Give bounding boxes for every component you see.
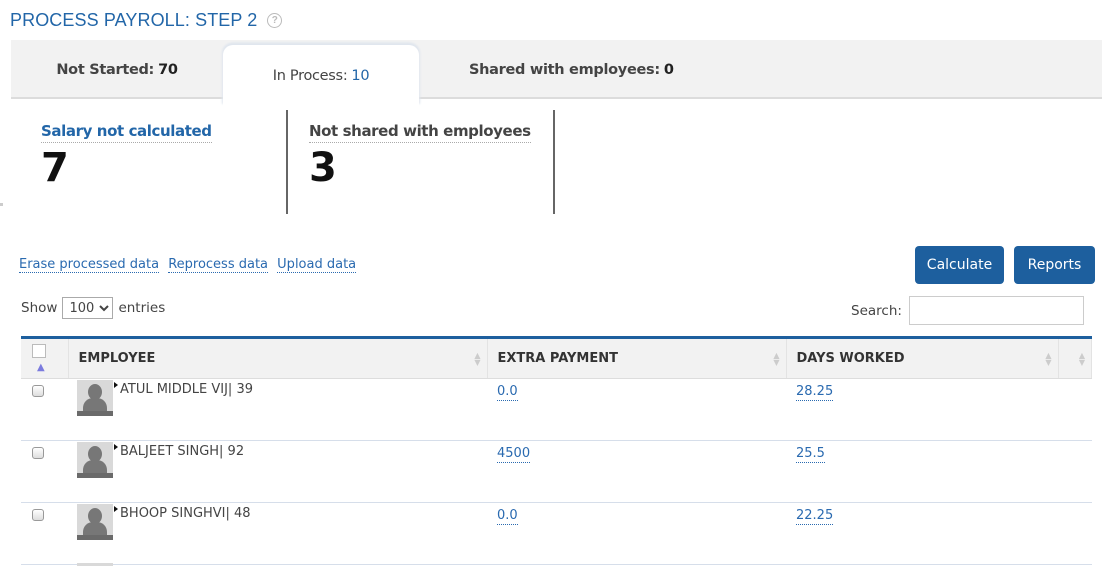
- select-all-header[interactable]: ▲: [21, 337, 69, 379]
- days-worked-value[interactable]: 22.25: [796, 508, 834, 525]
- entries-select[interactable]: 100: [62, 297, 114, 319]
- data-actions: Erase processed data Reprocess data Uplo…: [19, 257, 361, 273]
- calculate-button[interactable]: Calculate: [915, 246, 1004, 284]
- search-input[interactable]: [908, 296, 1084, 325]
- sort-icon[interactable]: ▲ ▼: [773, 352, 779, 367]
- employee-table: ▲ EMPLOYEE ▲ ▼ EXTRA PAYMENT ▲ ▼ DAYS WORK…: [21, 336, 1092, 565]
- entries-label: entries: [118, 300, 166, 316]
- sort-asc-icon[interactable]: ▲: [37, 362, 45, 373]
- tab-label: In Process:: [272, 67, 348, 84]
- tab-shared-with-employees[interactable]: Shared with employees: 0: [419, 40, 719, 99]
- divider: [0, 203, 3, 206]
- tab-count: 0: [663, 61, 674, 78]
- extra-payment-value[interactable]: 4500: [497, 446, 531, 463]
- stat-value: 7: [41, 145, 69, 191]
- stat-value: 3: [309, 145, 337, 191]
- avatar: [77, 504, 113, 540]
- avatar: [77, 442, 113, 478]
- days-worked-value[interactable]: 28.25: [796, 384, 834, 401]
- column-extra[interactable]: ▲ ▼: [1058, 337, 1092, 379]
- extra-payment-value[interactable]: 0.0: [497, 384, 518, 401]
- table-row: BALJEET SINGH| 92 4500 25.5: [21, 440, 1092, 503]
- search-control: Search:: [851, 296, 1084, 325]
- column-extra-payment[interactable]: EXTRA PAYMENT ▲ ▼: [487, 337, 787, 379]
- employee-name: BHOOP SINGHVI| 48: [120, 506, 251, 521]
- stat-salary-not-calculated[interactable]: Salary not calculated 7: [41, 110, 288, 214]
- employee-name: ATUL MIDDLE VIJ| 39: [120, 382, 253, 397]
- upload-data-link[interactable]: Upload data: [277, 257, 357, 273]
- employee-name: BALJEET SINGH| 92: [120, 444, 245, 459]
- reports-button[interactable]: Reports: [1014, 246, 1095, 284]
- stat-not-shared[interactable]: Not shared with employees 3: [288, 110, 555, 214]
- search-label: Search:: [851, 302, 902, 319]
- caret-right-icon[interactable]: [114, 444, 118, 450]
- select-all-checkbox[interactable]: [32, 344, 46, 358]
- table-row: BHOOP SINGHVI| 48 0.0 22.25: [21, 502, 1092, 565]
- column-label: DAYS WORKED: [796, 351, 905, 366]
- sort-icon[interactable]: ▲ ▼: [1045, 352, 1051, 367]
- column-days-worked[interactable]: DAYS WORKED ▲ ▼: [786, 337, 1059, 379]
- tab-label: Shared with employees:: [469, 61, 660, 78]
- tab-not-started[interactable]: Not Started: 70: [11, 40, 223, 99]
- row-checkbox[interactable]: [32, 509, 44, 521]
- erase-processed-data-link[interactable]: Erase processed data: [19, 257, 160, 273]
- column-label: EMPLOYEE: [78, 351, 156, 366]
- avatar: [77, 380, 113, 416]
- tab-count: 10: [351, 67, 370, 84]
- caret-right-icon[interactable]: [114, 506, 118, 512]
- sort-icon[interactable]: ▲ ▼: [474, 352, 480, 367]
- sort-icon[interactable]: ▲ ▼: [1079, 352, 1085, 367]
- tab-count: 70: [158, 61, 178, 78]
- status-tabs: Not Started: 70 In Process: 10 Shared wi…: [11, 40, 1102, 106]
- caret-right-icon[interactable]: [114, 382, 118, 388]
- table-row: ATUL MIDDLE VIJ| 39 0.0 28.25: [21, 378, 1092, 441]
- stat-label[interactable]: Salary not calculated: [41, 122, 212, 143]
- reprocess-data-link[interactable]: Reprocess data: [168, 257, 269, 273]
- page-title-text: PROCESS PAYROLL: STEP 2: [10, 10, 258, 30]
- stat-label[interactable]: Not shared with employees: [309, 122, 531, 143]
- column-label: EXTRA PAYMENT: [497, 351, 619, 366]
- row-checkbox[interactable]: [32, 447, 44, 459]
- entries-length-control: Show 100 entries: [21, 297, 165, 319]
- show-label: Show: [21, 300, 58, 316]
- tab-in-process[interactable]: In Process: 10: [223, 45, 419, 106]
- question-circle-icon[interactable]: ?: [267, 13, 283, 28]
- extra-payment-value[interactable]: 0.0: [497, 508, 518, 525]
- tab-label: Not Started:: [56, 61, 155, 78]
- row-checkbox[interactable]: [32, 385, 44, 397]
- days-worked-value[interactable]: 25.5: [796, 446, 825, 463]
- column-employee[interactable]: EMPLOYEE ▲ ▼: [68, 337, 488, 379]
- page-title: PROCESS PAYROLL: STEP 2 ?: [10, 10, 283, 31]
